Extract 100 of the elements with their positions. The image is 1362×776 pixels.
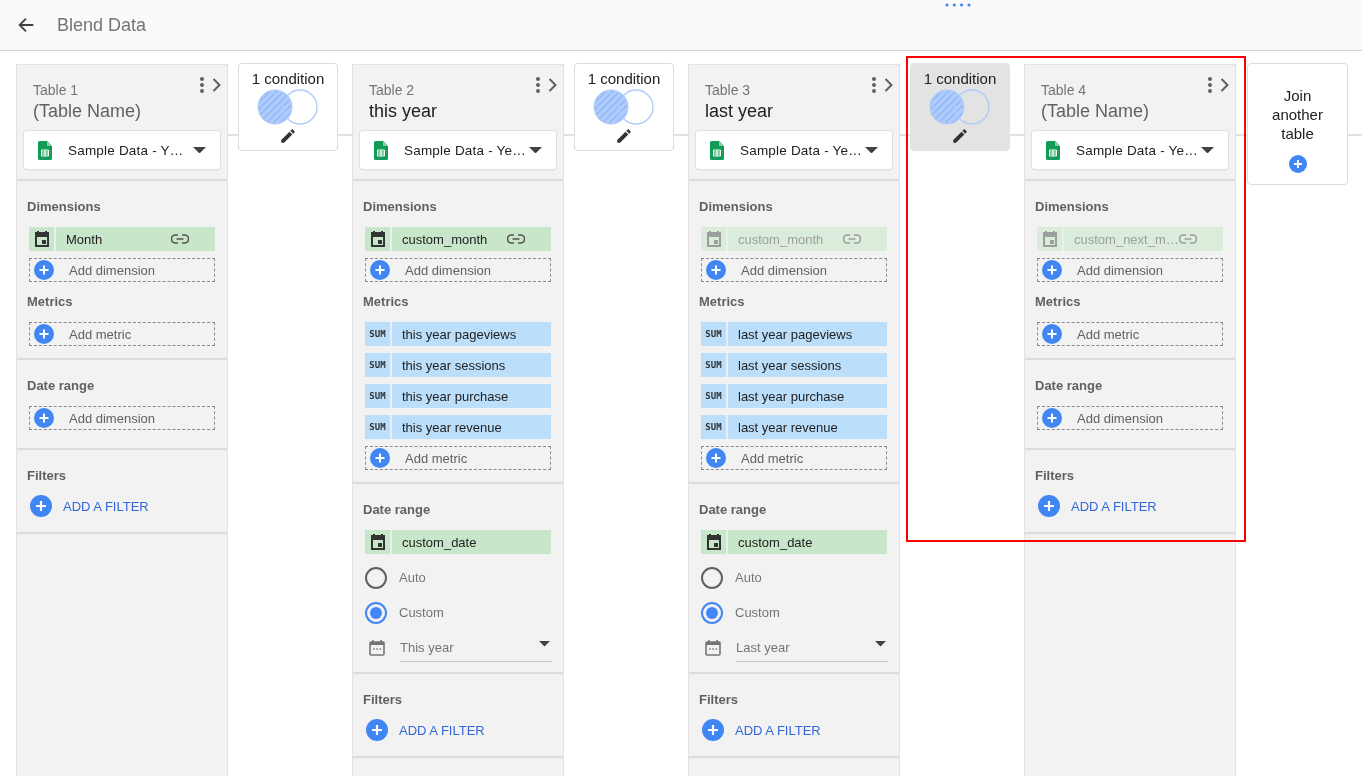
- table-label: Table 1: [33, 81, 79, 99]
- metric-field[interactable]: last year purchase: [728, 384, 887, 408]
- expand-button[interactable]: [212, 78, 221, 92]
- radio-option[interactable]: Custom: [701, 595, 887, 630]
- caret-icon: [193, 146, 206, 154]
- join-another-table-button[interactable]: Join another table: [1247, 63, 1348, 185]
- add-metric-button[interactable]: Add metric: [1037, 322, 1223, 346]
- metric-field[interactable]: last year sessions: [728, 353, 887, 377]
- more-menu-button[interactable]: [536, 77, 540, 93]
- radio-option[interactable]: Auto: [701, 560, 887, 595]
- more-vert-icon: [200, 77, 204, 93]
- plus-icon: [34, 408, 54, 428]
- add-dimension-button[interactable]: Add dimension: [365, 258, 551, 282]
- table-name-field[interactable]: this year: [369, 99, 509, 123]
- add-filter-button[interactable]: ADD A FILTER: [1038, 494, 1157, 518]
- expand-button[interactable]: [1220, 78, 1229, 92]
- calendar-icon: [368, 230, 387, 248]
- add-metric-button[interactable]: Add metric: [29, 322, 215, 346]
- add-dimension-button[interactable]: Add dimension: [1037, 406, 1223, 430]
- date-range-select[interactable]: This year: [400, 634, 552, 662]
- dimension-chip[interactable]: Month: [29, 227, 215, 251]
- drag-handle-icon: [945, 3, 971, 7]
- plus-icon: [366, 719, 388, 741]
- venn-diagram-icon: [593, 89, 655, 125]
- field-name: custom_next_m…: [1073, 230, 1179, 249]
- link-icon: [843, 234, 861, 244]
- calendar-icon: [32, 230, 51, 248]
- section-heading: Filters: [362, 691, 403, 709]
- expand-button[interactable]: [884, 78, 893, 92]
- table-name-field[interactable]: last year: [705, 99, 845, 123]
- data-source-dropdown[interactable]: Sample Data - Y…: [24, 131, 220, 169]
- chevron-right-icon: [212, 78, 221, 92]
- add-filter-button[interactable]: ADD A FILTER: [702, 718, 821, 742]
- link-icon: [1179, 234, 1197, 244]
- section-heading: Filters: [1034, 467, 1075, 485]
- add-metric-button[interactable]: Add metric: [365, 446, 551, 470]
- section-heading: Date range: [26, 377, 96, 395]
- caret-icon: [865, 146, 878, 154]
- aggregation-label[interactable]: SUM: [365, 384, 392, 408]
- plus-icon: [1042, 408, 1062, 428]
- more-menu-button[interactable]: [200, 77, 204, 93]
- metric-field[interactable]: this year purchase: [392, 384, 551, 408]
- dimension-chip[interactable]: custom_month: [365, 227, 551, 251]
- chevron-right-icon: [884, 78, 893, 92]
- aggregation-label[interactable]: SUM: [365, 415, 392, 439]
- plus-icon: [1042, 260, 1062, 280]
- section-heading: Metrics: [362, 293, 410, 311]
- calendar-icon: [368, 533, 387, 551]
- field-name: custom_date: [401, 533, 478, 552]
- aggregation-label[interactable]: SUM: [365, 353, 392, 377]
- add-dimension-button[interactable]: Add dimension: [29, 258, 215, 282]
- dimension-chip[interactable]: custom_date: [365, 530, 551, 554]
- add-dimension-button[interactable]: Add dimension: [1037, 258, 1223, 282]
- caret-icon: [529, 146, 542, 154]
- calendar-icon: [704, 533, 723, 551]
- add-dimension-button[interactable]: Add dimension: [29, 406, 215, 430]
- section-heading: Date range: [1034, 377, 1104, 395]
- more-vert-icon: [872, 77, 876, 93]
- radio-label: Custom: [399, 605, 444, 620]
- add-filter-button[interactable]: ADD A FILTER: [366, 718, 485, 742]
- plus-icon: [370, 260, 390, 280]
- venn-diagram-icon: [929, 89, 991, 125]
- calendar-icon: [368, 639, 386, 657]
- add-filter-button[interactable]: ADD A FILTER: [30, 494, 149, 518]
- metric-field[interactable]: last year revenue: [728, 415, 887, 439]
- aggregation-label[interactable]: SUM: [701, 415, 728, 439]
- date-range-select[interactable]: Last year: [736, 634, 888, 662]
- table-name-field[interactable]: (Table Name): [1041, 99, 1181, 123]
- section-heading: Dimensions: [362, 198, 438, 216]
- data-source-dropdown[interactable]: Sample Data - Ye…: [360, 131, 556, 169]
- aggregation-label[interactable]: SUM: [701, 384, 728, 408]
- plus-icon: [34, 260, 54, 280]
- metric-field[interactable]: last year pageviews: [728, 322, 887, 346]
- join-condition-button[interactable]: 1 condition: [574, 63, 674, 151]
- aggregation-label[interactable]: SUM: [365, 322, 392, 346]
- radio-option[interactable]: Auto: [365, 560, 551, 595]
- calendar-icon: [704, 230, 723, 248]
- link-icon: [171, 234, 189, 244]
- dimension-chip[interactable]: custom_date: [701, 530, 887, 554]
- data-source-dropdown[interactable]: Sample Data - Ye…: [696, 131, 892, 169]
- join-condition-button[interactable]: 1 condition: [910, 63, 1010, 151]
- plus-icon: [1288, 155, 1307, 173]
- join-condition-button[interactable]: 1 condition: [238, 63, 338, 151]
- radio-label: Auto: [399, 570, 426, 585]
- expand-button[interactable]: [548, 78, 557, 92]
- radio-option[interactable]: Custom: [365, 595, 551, 630]
- more-menu-button[interactable]: [872, 77, 876, 93]
- aggregation-label[interactable]: SUM: [701, 322, 728, 346]
- metric-field[interactable]: this year revenue: [392, 415, 551, 439]
- add-metric-button[interactable]: Add metric: [701, 446, 887, 470]
- add-dimension-button[interactable]: Add dimension: [701, 258, 887, 282]
- more-menu-button[interactable]: [1208, 77, 1212, 93]
- link-icon: [507, 234, 525, 244]
- metric-field[interactable]: this year pageviews: [392, 322, 551, 346]
- table-name-field[interactable]: (Table Name): [33, 99, 173, 123]
- aggregation-label[interactable]: SUM: [701, 353, 728, 377]
- metric-field[interactable]: this year sessions: [392, 353, 551, 377]
- data-source-dropdown[interactable]: Sample Data - Ye…: [1032, 131, 1228, 169]
- field-name: custom_month: [737, 230, 825, 249]
- section-heading: Dimensions: [698, 198, 774, 216]
